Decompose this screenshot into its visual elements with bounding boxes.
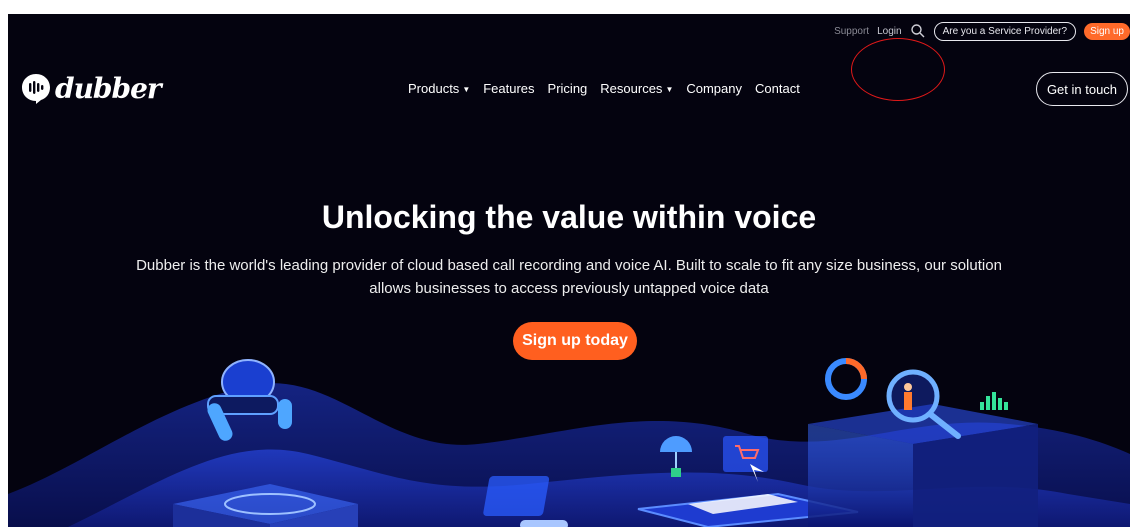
analytics-platform bbox=[808, 358, 1038, 527]
nav-products[interactable]: Products ▼ bbox=[408, 81, 470, 96]
login-link[interactable]: Login bbox=[877, 26, 901, 37]
logo[interactable]: dubber bbox=[21, 72, 162, 105]
get-in-touch-button[interactable]: Get in touch bbox=[1036, 72, 1128, 106]
sign-up-button[interactable]: Sign up bbox=[1084, 22, 1130, 40]
support-link[interactable]: Support bbox=[834, 26, 869, 37]
page-frame: Support Login Are you a Service Provider… bbox=[8, 14, 1130, 527]
utility-bar: Support Login Are you a Service Provider… bbox=[834, 20, 1130, 42]
nav-features[interactable]: Features bbox=[483, 81, 534, 96]
nav-company[interactable]: Company bbox=[686, 81, 742, 96]
hero-description: Dubber is the world's leading provider o… bbox=[136, 257, 1002, 297]
nav-resources[interactable]: Resources ▼ bbox=[600, 81, 673, 96]
service-provider-button[interactable]: Are you a Service Provider? bbox=[933, 21, 1077, 41]
hero-title: Unlocking the value within voice bbox=[321, 199, 817, 235]
nav-pricing[interactable]: Pricing bbox=[548, 81, 588, 96]
nav-contact[interactable]: Contact bbox=[755, 81, 800, 96]
logo-text: dubber bbox=[55, 72, 162, 105]
hero-illustration bbox=[8, 358, 1130, 527]
main-nav: Products ▼ Features Pricing Resources ▼ Co… bbox=[408, 81, 800, 96]
caret-down-icon: ▼ bbox=[462, 85, 471, 94]
annotation-circle bbox=[851, 38, 945, 101]
caret-down-icon: ▼ bbox=[665, 85, 674, 94]
search-icon[interactable] bbox=[910, 23, 926, 39]
dubber-logo-icon bbox=[21, 73, 51, 105]
